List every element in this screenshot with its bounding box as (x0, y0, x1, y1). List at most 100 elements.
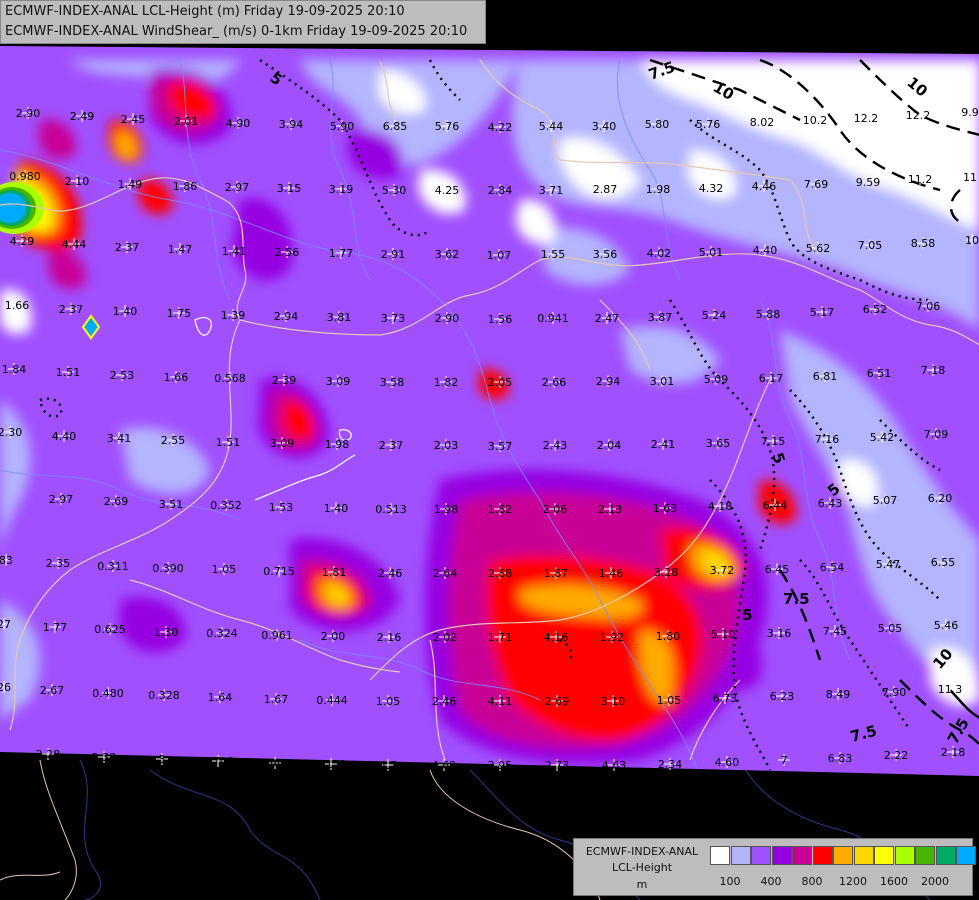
station-value: 1.39 (221, 309, 246, 322)
station-value: 1.82 (488, 503, 513, 516)
station-value: 6.51 (867, 367, 892, 380)
station-value: 2.69 (104, 495, 129, 508)
station-value: 6.83 (828, 752, 853, 765)
station-value: 2.73 (545, 759, 570, 772)
station-value: 2.06 (543, 503, 568, 516)
title-line-windshear: ECMWF-INDEX-ANAL WindShear_ (m/s) 0-1km … (5, 24, 468, 39)
station-value: 2.16 (377, 631, 402, 644)
station-value: 7.15 (761, 435, 786, 448)
color-legend: ECMWF-INDEX-ANAL LCL-Height m 100 400 800 1… (573, 838, 976, 896)
station-value: 0.625 (94, 623, 126, 636)
station-value: 0.995 (259, 757, 291, 770)
station-value: 3.28 (654, 566, 679, 579)
station-value: 3.62 (435, 248, 460, 261)
station-value: 5.76 (696, 118, 721, 131)
station-value: 1.41 (222, 245, 247, 258)
station-value: 1.98 (434, 503, 459, 516)
station-value: 2.03 (434, 439, 459, 452)
station-value: 0.328 (148, 689, 180, 702)
station-value: 5.88 (756, 308, 781, 321)
station-value: 1.46 (599, 567, 624, 580)
station-value: 2.90 (16, 107, 41, 120)
station-value: 4.22 (488, 121, 513, 134)
legend-swatch (853, 846, 874, 865)
station-value: 8.02 (750, 116, 775, 129)
station-value: 2.13 (598, 503, 623, 516)
legend-tick-label: 800 (801, 875, 823, 888)
station-value: 0.352 (210, 499, 242, 512)
station-value: 2.04 (597, 439, 622, 452)
station-value: 1.92 (600, 631, 625, 644)
station-value: 5.44 (539, 120, 564, 133)
station-value: 0.151 (315, 758, 347, 771)
map-title-box: ECMWF-INDEX-ANAL LCL-Height (m) Friday 1… (0, 0, 486, 44)
station-value: 1.66 (164, 371, 189, 384)
station-value: 2.10 (65, 175, 90, 188)
station-value: 4.18 (708, 500, 733, 513)
station-value: 6.55 (931, 556, 956, 569)
station-value: 1.63 (653, 502, 678, 515)
station-value: 11 (963, 171, 977, 184)
station-value: 8.49 (826, 688, 851, 701)
station-value: 4.11 (488, 695, 513, 708)
station-value: 1.86 (173, 180, 198, 193)
station-value: 3.94 (279, 118, 304, 131)
station-value: 2.94 (274, 310, 299, 323)
station-value: 3.51 (159, 498, 184, 511)
station-value: 2.97 (225, 181, 250, 194)
station-value: 2.05 (488, 376, 513, 389)
legend-swatch (874, 846, 894, 865)
station-value: 2.94 (596, 375, 621, 388)
station-value: 3.57 (488, 440, 513, 453)
station-value: 3.09 (326, 375, 351, 388)
station-value: 4.63 (602, 759, 627, 772)
station-value: 26 (0, 681, 11, 694)
station-value: 1.81 (322, 566, 347, 579)
station-value: 2.00 (321, 630, 346, 643)
station-value: 27 (0, 618, 11, 631)
station-value: 4.02 (647, 247, 672, 260)
station-value: 1.55 (541, 248, 566, 261)
station-value: 2.37 (379, 439, 404, 452)
weather-map: 5 7.5 10 10 5 5 7.5 5 10 7.5 7.5 2.90 2.4… (0, 0, 979, 900)
station-value: 1.67 (264, 693, 289, 706)
station-value: 4.16 (544, 631, 569, 644)
legend-tick-label: 1200 (839, 875, 867, 888)
station-value: 0.568 (214, 372, 246, 385)
station-value: 7.45 (823, 625, 848, 638)
station-value: 3.01 (650, 375, 675, 388)
station-value: 2.46 (432, 695, 457, 708)
station-value: 83 (0, 554, 13, 567)
station-value: 2.47 (595, 312, 620, 325)
station-value: 2.97 (49, 493, 74, 506)
station-value: 7.90 (882, 686, 907, 699)
station-value: 6.85 (383, 120, 408, 133)
station-value: 1.40 (113, 305, 138, 318)
station-value: 6.43 (818, 497, 843, 510)
station-value: 0.390 (152, 562, 184, 575)
station-value: 1.49 (118, 178, 143, 191)
station-value: 2.34 (658, 758, 683, 771)
station-value: 4.46 (752, 180, 777, 193)
contour-label: 5 (742, 606, 752, 624)
station-value: 1.47 (168, 243, 193, 256)
station-value: 3.56 (593, 248, 618, 261)
station-value: 2.37 (115, 241, 140, 254)
station-value: 1.07 (487, 249, 512, 262)
station-value: 1.98 (646, 183, 671, 196)
station-value: 2.35 (46, 557, 71, 570)
station-value: 7.09 (924, 428, 949, 441)
station-value: 0.706 (202, 755, 234, 768)
station-value: 1.80 (656, 630, 681, 643)
station-value: 4.90 (226, 117, 251, 130)
legend-swatch (751, 846, 771, 865)
station-value: 6.45 (765, 563, 790, 576)
legend-tick-label: 2000 (921, 875, 949, 888)
station-value: 6.52 (863, 303, 888, 316)
station-value: 2.66 (542, 376, 567, 389)
station-value: 1.05 (212, 563, 237, 576)
station-value: 5.76 (435, 120, 460, 133)
station-value: 2.95 (488, 759, 513, 772)
station-value: 6.44 (763, 499, 788, 512)
station-value: 0.444 (316, 694, 348, 707)
